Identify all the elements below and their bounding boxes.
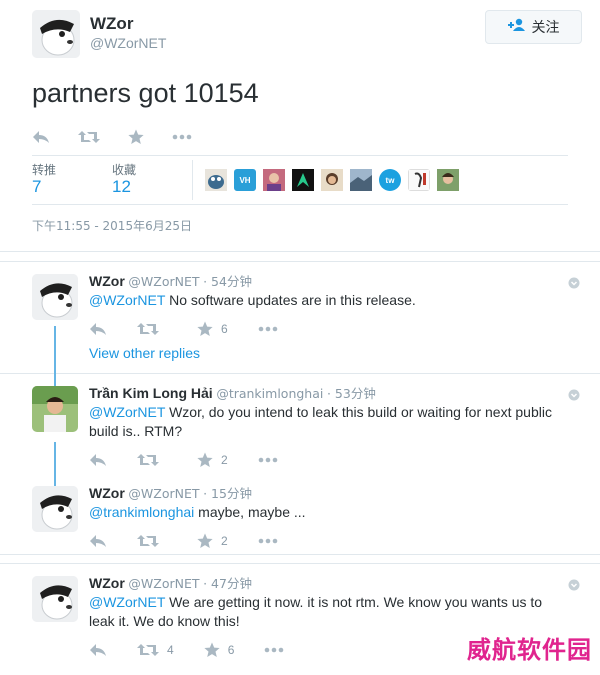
reply-header: WZor @WZorNET · 15分钟 (89, 484, 568, 503)
reply-time[interactable]: · 47分钟 (203, 576, 252, 591)
favoriter-avatar[interactable] (205, 169, 227, 191)
more-options-icon[interactable] (172, 134, 192, 140)
reply-mention[interactable]: @WZorNET (89, 594, 165, 610)
avatar[interactable] (32, 386, 78, 432)
user-block: WZor @WZorNET (90, 10, 166, 52)
avatar[interactable] (32, 576, 78, 622)
reply-header: WZor @WZorNET · 54分钟 (89, 272, 568, 291)
like-count: 6 (227, 643, 235, 657)
favoriter-avatar[interactable] (437, 169, 459, 191)
reply-header: Trần Kim Long Hải @trankimlonghai · 53分钟 (89, 384, 568, 403)
watermark: 威航软件园 (467, 636, 592, 664)
reply-header: WZor @WZorNET · 47分钟 (89, 574, 568, 593)
reply-icon[interactable] (89, 322, 107, 336)
reply-text: @WZorNET No software updates are in this… (89, 291, 568, 310)
reply-fullname[interactable]: Trần Kim Long Hải (89, 385, 213, 401)
reply-body: No software updates are in this release. (165, 292, 416, 308)
reply-actions: 2 (89, 448, 568, 472)
view-other-replies-link[interactable]: View other replies (89, 345, 600, 373)
retweet-count: 4 (167, 643, 174, 657)
more-options-icon[interactable] (258, 538, 278, 544)
like-count: 6 (221, 322, 228, 336)
tweet-text: partners got 10154 (32, 78, 259, 108)
favoriter-avatar[interactable] (321, 169, 343, 191)
favoriter-avatar[interactable] (263, 169, 285, 191)
section-gap (0, 252, 600, 262)
favoriter-avatar[interactable] (350, 169, 372, 191)
reply-time[interactable]: · 15分钟 (203, 486, 252, 501)
reply-body: maybe, maybe ... (194, 504, 306, 520)
avatar[interactable] (32, 274, 78, 320)
favoriter-avatar[interactable] (408, 169, 430, 191)
reply-options-icon[interactable] (568, 388, 580, 406)
likes-stat[interactable]: 收藏 12 (112, 163, 192, 197)
reply-screenname[interactable]: @WZorNET (128, 486, 199, 501)
avatar[interactable] (32, 10, 80, 58)
stats-divider (192, 160, 193, 200)
favorite-star-icon[interactable]: 2 (197, 533, 228, 549)
reply-mention[interactable]: @WZorNET (89, 292, 165, 308)
screenname[interactable]: @WZorNET (90, 34, 166, 52)
retweet-icon[interactable] (137, 322, 167, 336)
retweets-label: 转推 (32, 163, 57, 177)
reply-actions: 2 (89, 529, 568, 553)
reply-mention[interactable]: @trankimlonghai (89, 504, 194, 520)
divider (0, 554, 600, 555)
reply-icon[interactable] (32, 130, 50, 144)
favorite-star-icon[interactable] (128, 129, 144, 145)
fullname[interactable]: WZor (90, 14, 166, 34)
like-count: 2 (221, 534, 228, 548)
retweets-stat[interactable]: 转推 7 (32, 163, 112, 197)
reply-icon[interactable] (89, 453, 107, 467)
retweets-count: 7 (32, 177, 42, 196)
follow-label: 关注 (531, 20, 560, 36)
favorite-star-icon[interactable]: 2 (197, 452, 228, 468)
tweet-stats: 转推 7 收藏 12 VH tw (32, 155, 568, 205)
retweet-icon[interactable] (137, 534, 167, 548)
likes-count: 12 (112, 177, 131, 196)
reply-text: @WZorNET We are getting it now. it is no… (89, 593, 568, 631)
more-options-icon[interactable] (258, 326, 278, 332)
reply-fullname[interactable]: WZor (89, 575, 125, 591)
reply-time[interactable]: · 54分钟 (203, 274, 252, 289)
reply-screenname[interactable]: @trankimlonghai (216, 386, 323, 401)
reply-tweet: WZor @WZorNET · 54分钟 @WZorNET No softwar… (0, 262, 600, 339)
favoriter-avatar[interactable] (292, 169, 314, 191)
reply-actions: 6 (89, 317, 568, 341)
tweet-actions (32, 128, 568, 146)
follow-button[interactable]: 关注 (485, 10, 582, 44)
retweet-icon[interactable] (78, 130, 100, 144)
reply-tweet: WZor @WZorNET · 15分钟 @trankimlonghai may… (0, 474, 600, 554)
reply-mention[interactable]: @WZorNET (89, 404, 165, 420)
favorite-star-icon[interactable]: 6 (197, 321, 228, 337)
favoriter-avatar-tw[interactable]: tw (379, 169, 401, 191)
avatar[interactable] (32, 486, 78, 532)
reply-icon[interactable] (89, 643, 107, 657)
reply-fullname[interactable]: WZor (89, 273, 125, 289)
retweet-icon[interactable] (137, 453, 167, 467)
favoriter-avatars: VH tw (205, 169, 466, 191)
main-tweet: WZor @WZorNET 关注 partners got 10154 转推 7… (0, 0, 600, 252)
favoriter-avatar-vh[interactable]: VH (234, 169, 256, 191)
follow-person-icon (507, 18, 526, 36)
reply-fullname[interactable]: WZor (89, 485, 125, 501)
reply-screenname[interactable]: @WZorNET (128, 576, 199, 591)
more-options-icon[interactable] (264, 647, 284, 653)
reply-screenname[interactable]: @WZorNET (128, 274, 199, 289)
reply-icon[interactable] (89, 534, 107, 548)
reply-options-icon[interactable] (568, 276, 580, 294)
tweet-timestamp[interactable]: 下午11:55 - 2015年6月25日 (32, 217, 568, 234)
retweet-icon[interactable]: 4 (137, 643, 174, 657)
reply-tweet: Trần Kim Long Hải @trankimlonghai · 53分钟… (0, 374, 600, 474)
favorite-star-icon[interactable]: 6 (204, 642, 235, 658)
reply-text: @WZorNET Wzor, do you intend to leak thi… (89, 403, 568, 441)
reply-options-icon[interactable] (568, 578, 580, 596)
like-count: 2 (221, 453, 228, 467)
reply-text: @trankimlonghai maybe, maybe ... (89, 503, 568, 522)
reply-time[interactable]: · 53分钟 (327, 386, 376, 401)
likes-label: 收藏 (112, 163, 137, 177)
more-options-icon[interactable] (258, 457, 278, 463)
